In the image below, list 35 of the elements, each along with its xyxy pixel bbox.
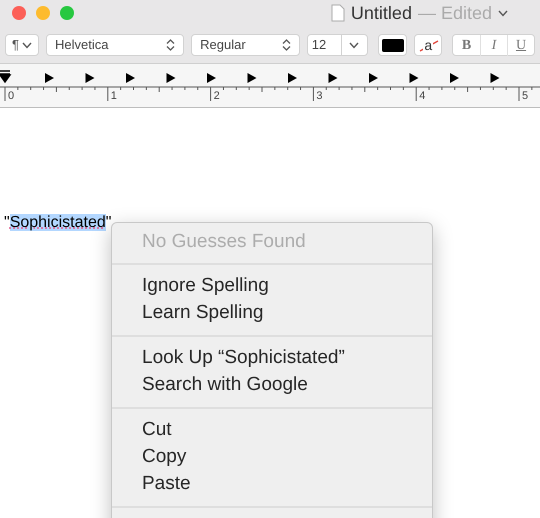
ruler-number: 3 bbox=[316, 91, 323, 102]
font-size-combo[interactable]: 12 bbox=[306, 34, 368, 56]
font-family-select[interactable]: Helvetica bbox=[46, 34, 184, 56]
italic-button[interactable]: I bbox=[480, 34, 508, 56]
chevron-down-icon bbox=[349, 42, 360, 48]
underline-button[interactable]: U bbox=[507, 34, 534, 56]
highlight-button[interactable]: a bbox=[414, 34, 442, 56]
ruler-number: 1 bbox=[110, 91, 117, 102]
text-color-button[interactable] bbox=[378, 34, 408, 56]
font-style-select[interactable]: Regular bbox=[191, 34, 300, 56]
window-title: Untitled bbox=[350, 2, 412, 24]
chevron-updown-icon bbox=[166, 39, 176, 51]
chevron-down-icon bbox=[22, 42, 32, 48]
menu-item[interactable]: Look Up “Sophicistated” bbox=[112, 345, 432, 372]
menu-item[interactable]: Copy bbox=[112, 444, 432, 471]
font-size-value[interactable]: 12 bbox=[308, 35, 342, 55]
minimize-button[interactable] bbox=[36, 6, 50, 20]
ruler-number: 4 bbox=[419, 91, 426, 102]
ruler-number: 2 bbox=[214, 91, 220, 102]
chevron-updown-icon bbox=[282, 39, 291, 51]
ruler-number: 0 bbox=[8, 91, 14, 102]
ruler-number: 5 bbox=[522, 91, 528, 102]
menu-item[interactable]: Search with Google bbox=[112, 372, 432, 399]
menu-item[interactable]: Learn Spelling bbox=[112, 300, 432, 327]
zoom-button[interactable] bbox=[60, 6, 74, 20]
close-button[interactable] bbox=[12, 6, 26, 20]
paragraph-button[interactable]: ¶ bbox=[5, 34, 39, 56]
menu-item[interactable]: Ignore Spelling bbox=[112, 273, 432, 300]
menu-item[interactable]: Cut bbox=[112, 417, 432, 444]
document-icon bbox=[330, 4, 345, 22]
color-swatch bbox=[382, 38, 404, 52]
menu-item[interactable]: Paste bbox=[112, 471, 432, 498]
chevron-down-icon bbox=[498, 10, 508, 16]
document-text: "Sophicistated" bbox=[4, 213, 112, 233]
bold-button[interactable]: B bbox=[453, 34, 480, 56]
